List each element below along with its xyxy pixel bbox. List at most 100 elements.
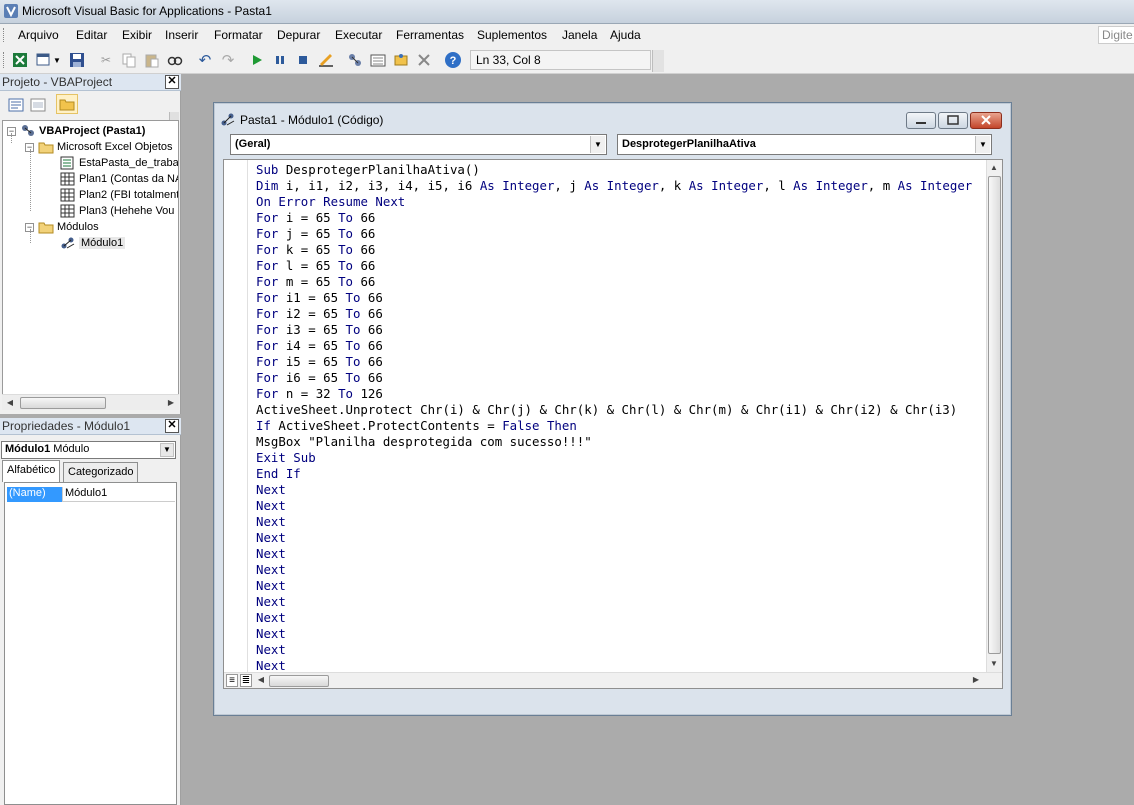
scroll-left-icon[interactable]: ◀ [4,397,16,409]
procedure-view-icon[interactable]: ≡ [226,674,238,687]
toolbar-options-button[interactable] [652,50,664,72]
scroll-right-icon[interactable]: ▶ [970,674,982,686]
restore-button[interactable] [938,112,968,129]
properties-window-icon[interactable] [369,51,387,69]
code-line[interactable]: Exit Sub [256,450,986,466]
code-line[interactable]: Sub DesprotegerPlanilhaAtiva() [256,162,986,178]
tree-node-excel-objects[interactable]: − Microsoft Excel Objetos [25,139,173,155]
chevron-down-icon[interactable]: ▼ [590,136,605,153]
scroll-thumb[interactable] [20,397,106,409]
redo-icon[interactable]: ↷ [219,51,237,69]
code-line[interactable]: Next [256,562,986,578]
tree-node-module1[interactable]: Módulo1 [60,235,126,251]
toolbar-grip[interactable] [3,52,6,68]
procedure-dropdown[interactable]: DesprotegerPlanilhaAtiva ▼ [617,134,992,155]
undo-icon[interactable]: ↶ [196,51,214,69]
code-line[interactable]: For i2 = 65 To 66 [256,306,986,322]
code-editor[interactable]: Sub DesprotegerPlanilhaAtiva() Dim i, i1,… [223,159,1003,689]
insert-userform-icon[interactable] [35,51,53,69]
menu-exibir[interactable]: Exibir [122,28,152,42]
scroll-up-icon[interactable]: ▲ [988,162,1000,174]
code-text[interactable]: Sub DesprotegerPlanilhaAtiva() Dim i, i1,… [256,162,986,688]
object-browser-icon[interactable] [392,51,410,69]
code-line[interactable]: Next [256,498,986,514]
scroll-right-icon[interactable]: ▶ [165,397,177,409]
code-line[interactable]: Next [256,530,986,546]
view-code-icon[interactable] [7,96,25,114]
property-row[interactable]: (Name) Módulo1 [7,487,175,502]
code-line[interactable]: Next [256,642,986,658]
code-line[interactable]: For i5 = 65 To 66 [256,354,986,370]
minimize-button[interactable] [906,112,936,129]
code-line[interactable]: Next [256,482,986,498]
save-icon[interactable] [68,51,86,69]
scroll-thumb[interactable] [269,675,329,687]
code-line[interactable]: Next [256,578,986,594]
code-line[interactable]: End If [256,466,986,482]
tree-node-object[interactable]: Plan1 (Contas da NASA) [60,171,178,187]
properties-close-icon[interactable]: ✕ [165,419,179,433]
menu-ferramentas[interactable]: Ferramentas [396,28,464,42]
menu-formatar[interactable]: Formatar [214,28,263,42]
object-dropdown[interactable]: (Geral) ▼ [230,134,607,155]
code-line[interactable]: For i1 = 65 To 66 [256,290,986,306]
project-close-icon[interactable]: ✕ [165,75,179,89]
code-line[interactable]: For i3 = 65 To 66 [256,322,986,338]
insert-dropdown-icon[interactable]: ▼ [52,51,62,69]
tree-node-modules[interactable]: − Módulos [25,219,99,235]
code-line[interactable]: Next [256,594,986,610]
code-line[interactable]: For n = 32 To 126 [256,386,986,402]
code-line[interactable]: Next [256,514,986,530]
project-explorer-icon[interactable] [346,51,364,69]
code-line[interactable]: Next [256,610,986,626]
menu-editar[interactable]: Editar [76,28,107,42]
close-button[interactable] [970,112,1002,129]
code-line[interactable]: Next [256,546,986,562]
help-search-input[interactable]: Digite [1098,26,1134,44]
scroll-thumb[interactable] [988,176,1001,654]
menu-ajuda[interactable]: Ajuda [610,28,641,42]
project-hscrollbar[interactable]: ◀ ▶ [2,394,179,410]
tree-node-vbaproject[interactable]: − VBAProject (Pasta1) [7,123,145,139]
code-line[interactable]: For k = 65 To 66 [256,242,986,258]
find-icon[interactable] [166,51,184,69]
help-icon[interactable]: ? [444,51,462,69]
code-line[interactable]: For i = 65 To 66 [256,210,986,226]
menu-executar[interactable]: Executar [335,28,382,42]
tab-categorizado[interactable]: Categorizado [63,462,139,482]
toolbox-icon[interactable] [415,51,433,69]
view-object-icon[interactable] [29,96,47,114]
menu-grip[interactable] [3,28,6,42]
scroll-left-icon[interactable]: ◀ [255,674,267,686]
code-line[interactable]: For i6 = 65 To 66 [256,370,986,386]
design-mode-icon[interactable] [317,51,335,69]
pause-icon[interactable] [271,51,289,69]
excel-view-icon[interactable] [11,51,29,69]
paste-icon[interactable] [143,51,161,69]
toggle-folders-icon[interactable] [56,94,78,114]
menu-depurar[interactable]: Depurar [277,28,320,42]
code-line[interactable]: If ActiveSheet.ProtectContents = False T… [256,418,986,434]
stop-icon[interactable] [294,51,312,69]
property-value[interactable]: Módulo1 [62,487,175,502]
code-line[interactable]: For j = 65 To 66 [256,226,986,242]
tab-alfabetico[interactable]: Alfabético [2,460,61,482]
menu-arquivo[interactable]: Arquivo [18,28,59,42]
chevron-down-icon[interactable]: ▼ [975,136,990,153]
code-line[interactable]: ActiveSheet.Unprotect Chr(i) & Chr(j) & … [256,402,986,418]
code-line[interactable]: MsgBox "Planilha desprotegida com sucess… [256,434,986,450]
code-vscrollbar[interactable]: ▲ ▼ [986,160,1002,672]
tree-node-object[interactable]: Plan3 (Hehehe Vou d [60,203,178,219]
cut-icon[interactable]: ✂ [97,51,115,69]
code-margin[interactable] [224,160,248,688]
object-select[interactable]: Módulo1 Módulo ▼ [1,441,176,459]
copy-icon[interactable] [120,51,138,69]
menu-suplementos[interactable]: Suplementos [477,28,547,42]
scroll-down-icon[interactable]: ▼ [988,658,1000,670]
menu-janela[interactable]: Janela [562,28,597,42]
full-module-view-icon[interactable]: ≣ [240,674,252,687]
code-line[interactable]: On Error Resume Next [256,194,986,210]
tree-node-object[interactable]: EstaPasta_de_trabalho [60,155,178,171]
run-icon[interactable] [248,51,266,69]
chevron-down-icon[interactable]: ▼ [160,443,174,457]
